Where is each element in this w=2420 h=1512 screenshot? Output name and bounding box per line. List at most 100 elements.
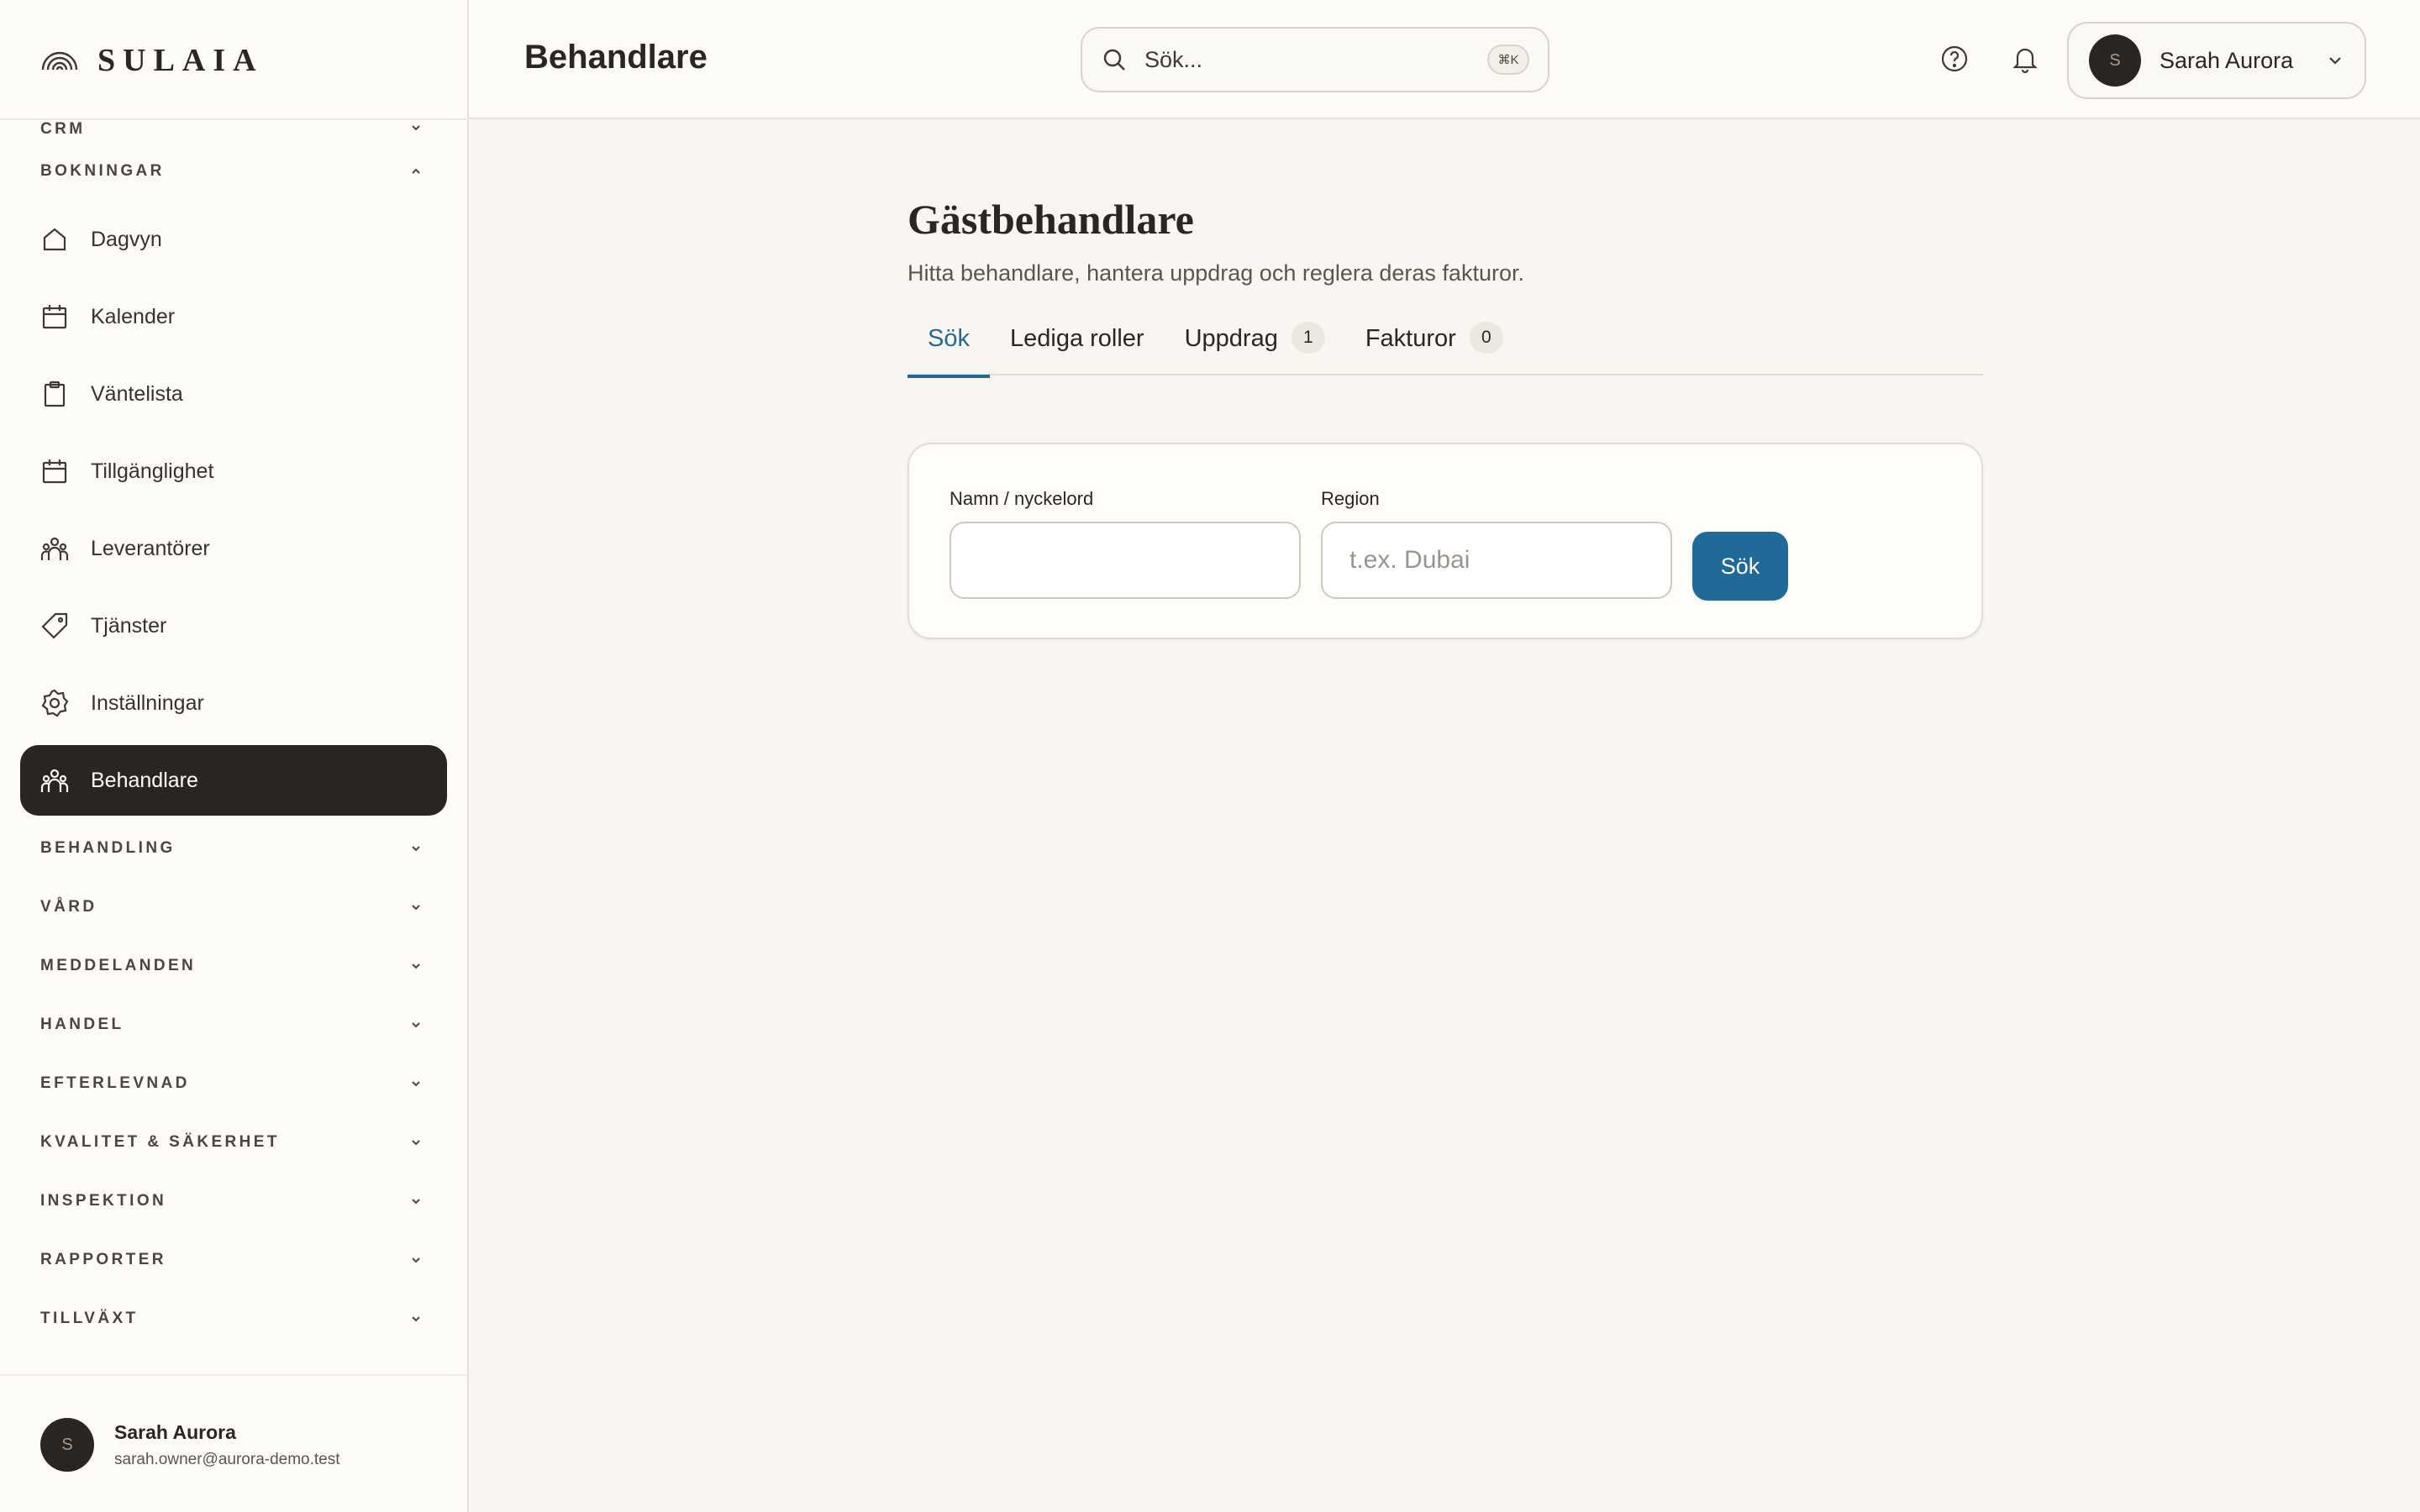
gear-icon [41,689,69,717]
help-icon [1941,45,1968,72]
search-input[interactable] [1144,46,1487,73]
tab-label: Fakturor [1365,325,1456,352]
section-label: EFTERLEVNAD [40,1074,190,1092]
sidebar-user-card[interactable]: S Sarah Aurora sarah.owner@aurora-demo.t… [40,1418,340,1472]
search-submit-button[interactable]: Sök [1692,532,1788,601]
search-shortcut-badge: ⌘K [1487,45,1529,75]
sidebar-item-vantelista[interactable]: Väntelista [0,355,467,433]
search-form-card: Namn / nyckelord Region Sök [908,443,1983,639]
section-behandling[interactable]: BEHANDLING [0,819,467,878]
sidebar-item-label: Behandlare [91,768,198,792]
home-icon [43,228,66,251]
avatar: S [40,1418,94,1472]
brand-logo[interactable]: SULAIA [40,42,264,79]
notifications-button[interactable] [2008,42,2042,76]
chevron-down-icon [412,1140,420,1146]
sidebar-item-tjanster[interactable]: Tjänster [0,587,467,664]
page-title: Behandlare [524,39,708,76]
tab-label: Lediga roller [1009,325,1144,352]
sidebar-item-label: Tillgänglighet [91,459,214,483]
brand-name: SULAIA [97,43,264,78]
chevron-down-icon [412,1022,420,1028]
help-button[interactable] [1938,42,1971,76]
chevron-down-icon [412,846,420,852]
section-label: INSPEKTION [40,1192,167,1210]
sidebar-item-label: Väntelista [91,381,183,406]
tab-label: Uppdrag [1184,325,1278,352]
sidebar-item-leverantorer[interactable]: Leverantörer [0,510,467,587]
avatar: S [2089,34,2141,87]
tab-uppdrag[interactable]: Uppdrag 1 [1165,322,1345,375]
clipboard-icon [44,381,66,407]
sidebar-item-tillganglighet[interactable]: Tillgänglighet [0,433,467,510]
chevron-down-icon [412,125,420,131]
sidebar-item-label: Leverantörer [91,536,210,560]
user-info: Sarah Aurora sarah.owner@aurora-demo.tes… [114,1421,340,1469]
bell-icon [2012,48,2038,73]
chevron-down-icon [412,1081,420,1087]
section-label: BOKNINGAR [40,162,165,180]
chevron-down-icon [412,1316,420,1322]
chevron-down-icon [412,905,420,911]
section-label: RAPPORTER [40,1251,166,1268]
count-badge: 1 [1291,322,1325,354]
tab-bar: Sök Lediga roller Uppdrag 1 Fakturor 0 [908,322,1983,378]
user-email: sarah.owner@aurora-demo.test [114,1450,340,1468]
calendar-icon [42,459,67,484]
sidebar-item-installningar[interactable]: Inställningar [0,664,467,742]
tab-lediga-roller[interactable]: Lediga roller [990,325,1165,375]
section-inspektion[interactable]: INSPEKTION [0,1172,467,1231]
section-rapporter[interactable]: RAPPORTER [0,1231,467,1289]
user-menu-name: Sarah Aurora [2160,47,2294,73]
region-input[interactable] [1321,522,1672,599]
region-field-label: Region [1321,488,1380,509]
global-search[interactable]: ⌘K [1081,27,1549,92]
section-label: CRM [40,120,86,138]
section-meddelanden[interactable]: MEDDELANDEN [0,937,467,995]
section-title: Gästbehandlare [908,196,1194,243]
main-content: Gästbehandlare Hitta behandlare, hantera… [908,195,1983,639]
users-icon [40,769,69,792]
sidebar-nav: CRM BOKNINGAR Dagvyn Kalender Väntelista [0,120,467,1348]
topbar: Behandlare ⌘K S Sarah Aurora [469,0,2420,119]
count-badge: 0 [1469,322,1503,354]
tab-sok[interactable]: Sök [908,325,990,378]
section-kvalitet-sakerhet[interactable]: KVALITET & SÄKERHET [0,1113,467,1172]
section-label: KVALITET & SÄKERHET [40,1133,280,1151]
user-name: Sarah Aurora [114,1420,236,1443]
tab-label: Sök [928,325,970,352]
section-tillvaxt[interactable]: TILLVÄXT [0,1289,467,1348]
chevron-up-icon [412,168,420,174]
section-bokningar[interactable]: BOKNINGAR [0,142,467,201]
name-field-label: Namn / nyckelord [950,488,1094,509]
sidebar: SULAIA CRM BOKNINGAR Dagvyn Kalender Vän… [0,0,469,1512]
sidebar-item-kalender[interactable]: Kalender [0,278,467,355]
user-menu-button[interactable]: S Sarah Aurora [2067,22,2366,99]
section-efterlevnad[interactable]: EFTERLEVNAD [0,1054,467,1113]
users-icon [40,537,69,560]
rainbow-logo-icon [41,51,78,71]
tag-icon [41,612,68,639]
sidebar-item-label: Kalender [91,304,176,328]
chevron-down-icon [2329,57,2341,65]
section-vard[interactable]: VÅRD [0,878,467,937]
section-label: HANDEL [40,1016,124,1033]
section-subtitle: Hitta behandlare, hantera uppdrag och re… [908,260,1524,286]
section-handel[interactable]: HANDEL [0,995,467,1054]
sidebar-item-label: Tjänster [91,613,167,638]
name-keyword-input[interactable] [950,522,1301,599]
sidebar-divider [0,1374,467,1376]
section-label: VÅRD [40,898,97,916]
sidebar-item-label: Inställningar [91,690,204,715]
sidebar-item-dagvyn[interactable]: Dagvyn [0,201,467,278]
chevron-down-icon [412,1257,420,1263]
chevron-down-icon [412,963,420,969]
section-label: MEDDELANDEN [40,957,197,974]
chevron-down-icon [412,1199,420,1205]
calendar-icon [42,305,67,329]
section-crm[interactable]: CRM [0,120,467,142]
section-label: BEHANDLING [40,839,176,857]
tab-fakturor[interactable]: Fakturor 0 [1345,322,1523,375]
sidebar-item-behandlare[interactable]: Behandlare [20,745,447,816]
search-icon [1103,49,1125,71]
